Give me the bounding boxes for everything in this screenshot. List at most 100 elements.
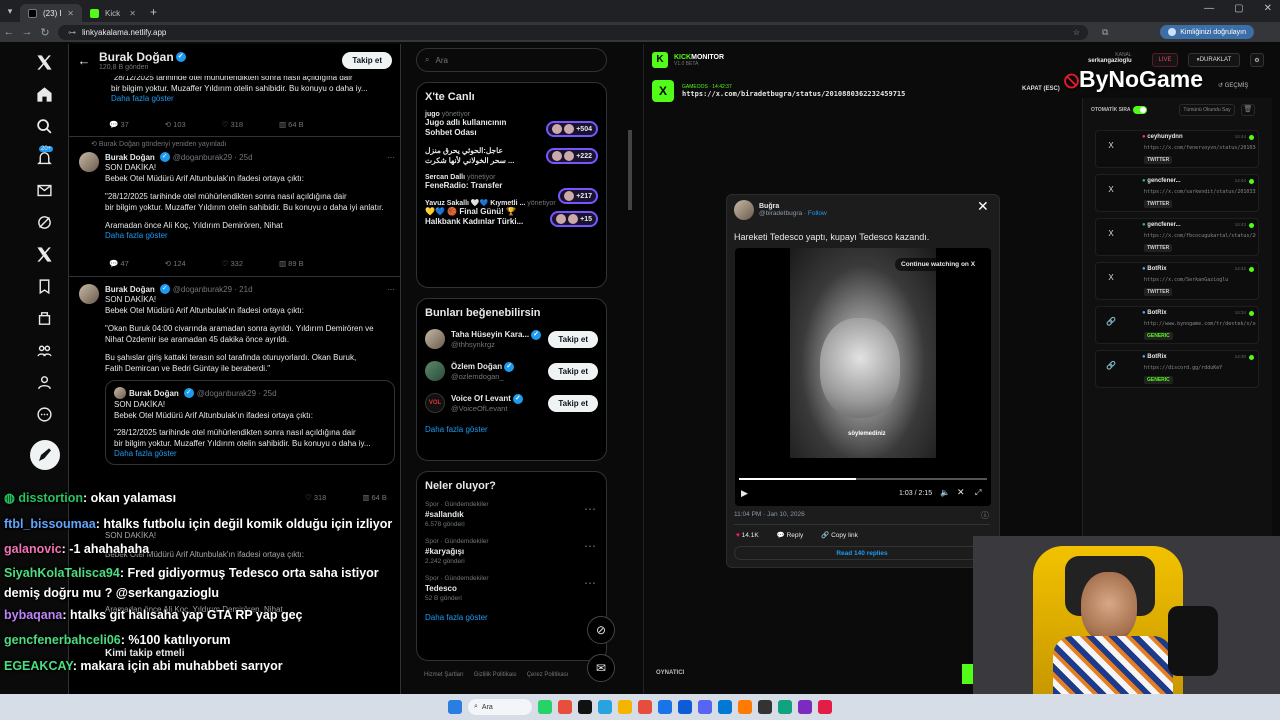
telegram-icon[interactable] — [598, 700, 612, 714]
app-icon[interactable] — [738, 700, 752, 714]
reply-action[interactable]: 💬 Reply — [777, 531, 804, 539]
embed-author[interactable]: Buğra @biradetbugra · Follow — [734, 200, 827, 220]
trend-item[interactable]: Spor · Gündemdekiler #sallandık 6.578 gönd… — [417, 496, 606, 533]
reload-icon[interactable]: ↻ — [36, 26, 54, 39]
live-item[interactable]: عاجل:الحوثي يحرق منزل سحر الخولاني لأنها… — [417, 142, 606, 170]
suggestion-item[interactable]: Özlem Doğan ✓ @ozlemdogan_ Takip et — [417, 355, 606, 387]
quoted-tweet[interactable]: Burak Doğan ✓ @doganburak29 · 25d SON DAKİ… — [105, 380, 395, 465]
extensions-icon[interactable]: ⧉ — [1102, 27, 1108, 38]
profile-icon[interactable] — [30, 368, 58, 396]
views-action[interactable]: ▥ 89 B — [279, 259, 304, 268]
minimize-icon[interactable]: — — [1204, 3, 1214, 14]
app-icon[interactable] — [818, 700, 832, 714]
tab-kick[interactable]: Kick Link ✕ — [82, 4, 144, 22]
tweet-partial[interactable]: "28/12/2025 tarihinde otel mühürlendikte… — [111, 72, 396, 103]
embed-follow-link[interactable]: Follow — [808, 210, 827, 217]
profile-chip[interactable]: Kimliğinizi doğrulayın — [1160, 25, 1254, 39]
follow-button[interactable]: Takip et — [548, 362, 598, 380]
video-progress[interactable] — [739, 478, 987, 480]
notifications-icon[interactable]: 20+ — [30, 144, 58, 172]
follow-button[interactable]: Takip et — [342, 51, 392, 69]
fullscreen-icon[interactable]: ⤢ — [975, 488, 981, 498]
site-info-icon[interactable]: ⊶ — [68, 28, 76, 37]
suggestion-item[interactable]: VOL Voice Of Levant ✓ @VoiceOfLevant Takip… — [417, 387, 606, 419]
trash-icon[interactable]: 🗑 — [1241, 104, 1255, 116]
back-icon[interactable]: ← — [0, 26, 18, 38]
queue-item[interactable]: X ● gencfener... https://x.com/fbcocugukar… — [1095, 218, 1259, 256]
x-app-icon[interactable] — [578, 700, 592, 714]
show-more-link[interactable]: Daha fazla göster — [105, 231, 395, 240]
whatsapp-icon[interactable] — [538, 700, 552, 714]
app-icon[interactable] — [778, 700, 792, 714]
app-icon[interactable] — [558, 700, 572, 714]
bookmarks-icon[interactable] — [30, 272, 58, 300]
show-more-link[interactable]: Daha fazla göster — [114, 449, 386, 458]
edge-icon[interactable] — [718, 700, 732, 714]
settings-icon[interactable]: ⚙ — [1250, 53, 1264, 67]
explore-search-icon[interactable] — [30, 112, 58, 140]
avatar[interactable] — [79, 284, 99, 304]
file-explorer-icon[interactable] — [618, 700, 632, 714]
forward-icon[interactable]: → — [18, 26, 36, 38]
app-icon[interactable] — [798, 700, 812, 714]
like-action[interactable]: ♡ 332 — [222, 259, 243, 268]
search-input[interactable]: ⌕ Ara — [416, 48, 607, 72]
show-more-link[interactable]: Daha fazla göster — [417, 607, 606, 630]
communities-icon[interactable] — [30, 336, 58, 364]
grok-float-icon[interactable]: ⊘ — [587, 616, 615, 644]
play-icon[interactable]: ▶ — [741, 488, 748, 499]
address-bar[interactable]: ⊶ linkyakalama.netlify.app ☆ — [58, 24, 1088, 40]
trend-item[interactable]: Spor · Gündemdekiler Tedesco 52 B gönderi ⋯ — [417, 570, 606, 607]
taskbar-search[interactable]: ⌕ Ara — [468, 699, 532, 715]
windows-start-icon[interactable] — [448, 700, 462, 714]
volume-icon[interactable]: 🔈 — [940, 488, 950, 497]
more-icon[interactable]: ⋯ — [584, 576, 596, 590]
chrome-icon[interactable] — [638, 700, 652, 714]
repost-action[interactable]: ⟲ 124 — [165, 259, 186, 268]
like-action[interactable]: ♡ 318 — [222, 120, 243, 129]
jobs-icon[interactable] — [30, 304, 58, 332]
messages-float-icon[interactable]: ✉ — [587, 654, 615, 682]
back-arrow-icon[interactable]: ← — [69, 53, 99, 68]
info-icon[interactable]: ⓘ — [981, 510, 989, 521]
messages-icon[interactable] — [30, 176, 58, 204]
current-url[interactable]: https://x.com/biradetbugra/status/201088… — [682, 90, 905, 98]
close-esc-button[interactable]: KAPAT (ESC) — [1022, 86, 1060, 92]
more-options-icon[interactable] — [30, 400, 58, 428]
footer-link[interactable]: Çerez Politikası — [527, 672, 569, 678]
history-button[interactable]: ↺ GEÇMİŞ — [1218, 82, 1248, 89]
new-tab-icon[interactable]: + — [150, 5, 157, 19]
copy-link-action[interactable]: 🔗 Copy link — [821, 531, 858, 539]
pause-button[interactable]: ⏸ DURAKLAT — [1188, 53, 1240, 67]
x-logo-icon[interactable]: ✕ — [977, 198, 989, 215]
reply-action[interactable]: 💬 47 — [109, 259, 129, 268]
tweet[interactable]: Burak Doğan ✓ @doganburak29 · 25d ⋯ SON DAK… — [105, 152, 395, 240]
more-icon[interactable]: ⋯ — [387, 285, 395, 294]
close-window-icon[interactable]: ✕ — [1264, 3, 1272, 14]
queue-item[interactable]: 🔗 ● BotRix https://discord.gg/rdduKeY GENER… — [1095, 350, 1259, 388]
premium-x-icon[interactable] — [30, 240, 58, 268]
mark-all-read-button[interactable]: Tümünü Okundu Say — [1179, 104, 1235, 116]
bookmark-star-icon[interactable]: ☆ — [1073, 28, 1080, 37]
autoplay-toggle[interactable] — [1133, 106, 1147, 114]
grok-icon[interactable] — [30, 208, 58, 236]
footer-link[interactable]: Gizlilik Politikası — [474, 672, 517, 678]
footer-link[interactable]: Hizmet Şartları — [424, 672, 464, 678]
trend-item[interactable]: Spor · Gündemdekiler #karyağışı 2.242 gönd… — [417, 533, 606, 570]
follow-button[interactable]: Takip et — [548, 394, 598, 412]
app-icon[interactable] — [678, 700, 692, 714]
close-icon[interactable]: ✕ — [129, 9, 136, 18]
read-replies-button[interactable]: Read 140 replies — [734, 546, 990, 560]
views-action[interactable]: ▥ 64 B — [279, 120, 304, 129]
live-item[interactable]: Sercan Dallı yönetiyor FeneRadio: Transf… — [417, 170, 606, 204]
more-icon[interactable]: ⋯ — [387, 153, 395, 162]
continue-watching-link[interactable]: Continue watching on X — [895, 258, 982, 271]
like-action[interactable]: ♥ 14.1K — [736, 532, 759, 539]
close-icon[interactable]: ✕ — [67, 9, 74, 18]
queue-item[interactable]: X ● BotRix https://x.com/SerkanGazioglu TWI… — [1095, 262, 1259, 300]
x-logo-icon[interactable]: ✕ — [957, 487, 965, 498]
live-item[interactable]: Yavuz Sakallı 🤍💙 Kıymetli ... yönetiyor … — [417, 195, 606, 231]
more-icon[interactable]: ⋯ — [584, 539, 596, 553]
show-more-link[interactable]: Daha fazla göster — [417, 419, 606, 442]
discord-icon[interactable] — [698, 700, 712, 714]
